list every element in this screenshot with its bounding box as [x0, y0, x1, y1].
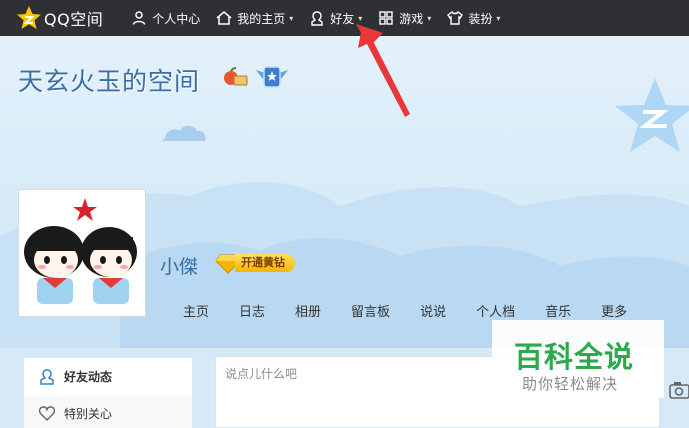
person-outline-icon [38, 368, 56, 386]
qzone-logo[interactable]: QQ空间 [16, 5, 103, 31]
sidebar-item-label: 好友动态 [64, 370, 113, 384]
tab-message-board[interactable]: 留言板 [336, 303, 405, 323]
watermark: 百科全说 助你轻松解决 [492, 320, 664, 398]
nav-friends[interactable]: 好友 ▾ [309, 0, 362, 36]
nav-label: 装扮 [468, 11, 493, 26]
nav-label: 游戏 [399, 11, 424, 26]
friends-icon [309, 10, 325, 26]
person-icon [131, 10, 147, 26]
chevron-down-icon: ▾ [358, 13, 363, 23]
watermark-main-text: 百科全说 [514, 340, 635, 374]
nav-personal-center[interactable]: 个人中心 [131, 0, 200, 36]
title-badges [222, 64, 290, 94]
chevron-down-icon: ▾ [496, 13, 501, 23]
sidebar-item-friend-feed[interactable]: 好友动态 [24, 358, 192, 395]
qzone-star-logo-icon [16, 5, 42, 31]
nav-my-homepage[interactable]: 我的主页 ▾ [216, 0, 293, 36]
fruit-badge-icon[interactable] [222, 67, 248, 91]
chevron-down-icon: ▾ [427, 13, 432, 23]
camera-icon[interactable] [668, 378, 689, 402]
sidebar-item-special-care[interactable]: 特别关心 [24, 395, 192, 428]
nav-label: 好友 [330, 11, 355, 26]
sidebar: 好友动态 特别关心 [24, 358, 192, 428]
shirt-icon [447, 10, 464, 26]
nav-label: 个人中心 [152, 11, 201, 26]
nav-games[interactable]: 游戏 ▾ [378, 0, 431, 36]
avatar[interactable] [18, 189, 146, 317]
space-title: 天玄火玉的空间 [18, 67, 201, 96]
top-navigation-bar: QQ空间 个人中心 我的主页 ▾ 好友 ▾ 游戏 ▾ 装扮 ▾ [0, 0, 689, 36]
heart-icon [38, 405, 56, 423]
tab-blog[interactable]: 日志 [224, 303, 280, 323]
nickname: 小傑 [160, 256, 199, 278]
open-yellow-diamond-button[interactable]: 开通黄钻 [215, 252, 295, 274]
chevron-down-icon: ▾ [289, 13, 294, 23]
logo-text: QQ空间 [44, 10, 104, 29]
avatar-image [21, 192, 143, 314]
home-icon [216, 10, 232, 26]
grid-icon [378, 10, 394, 26]
winged-shield-badge-icon[interactable] [254, 64, 290, 94]
watermark-sub-text: 助你轻松解决 [522, 375, 619, 393]
tab-moments[interactable]: 说说 [405, 303, 461, 323]
vip-label: 开通黄钻 [235, 254, 295, 272]
sidebar-item-label: 特别关心 [64, 407, 113, 421]
tab-photos[interactable]: 相册 [280, 303, 336, 323]
nav-decorate[interactable]: 装扮 ▾ [447, 0, 500, 36]
tab-home[interactable]: 主页 [168, 303, 224, 323]
nav-label: 我的主页 [237, 11, 286, 26]
